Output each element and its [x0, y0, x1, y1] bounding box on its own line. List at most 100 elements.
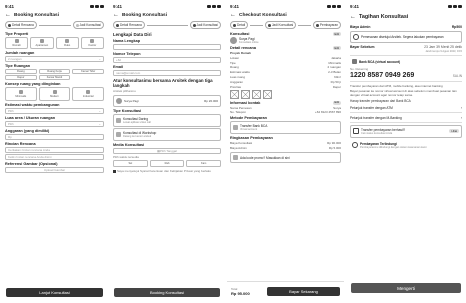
guide-atm[interactable]: Petunjuk transfer dengan ATM › [350, 104, 462, 113]
continue-button[interactable]: Lanjut Konsultasi [6, 288, 103, 297]
label-rooms: Jumlah ruangan [5, 51, 35, 55]
promo-row[interactable]: Ada kode promo? Masukkan di sini [230, 152, 341, 164]
status-bar: 9:41 [347, 2, 465, 10]
page-title: Tagihan Konsultasi [359, 14, 409, 20]
email-field[interactable]: nama@email.com [113, 70, 221, 76]
back-arrow-icon[interactable]: ← [350, 14, 356, 20]
notes-input-2[interactable]: Ketik rincian rencana Anda disini [5, 154, 104, 160]
edit-button[interactable]: Edit [332, 32, 341, 36]
header: ← Checkout Konsultasi [227, 10, 344, 20]
detail-list: Lokasi Jakarta Tipe Minimalis Ruang 2 ruang… [230, 55, 341, 89]
label-consult-type: Tipe Konsultasi [113, 109, 142, 113]
step-3: Pembayaran [312, 21, 341, 29]
date-picker[interactable]: ▦ Pilih Tanggal [113, 148, 221, 154]
label-style: Tipe Ruangan [5, 64, 31, 68]
room-chips-row-1: Ruang Ruang Kerja Kamar Tidur [5, 69, 105, 74]
rooms-select[interactable]: 2 ruangan ⌄ [5, 56, 104, 62]
understand-button[interactable]: Mengerti [351, 283, 461, 293]
phone-field[interactable]: +62 [113, 57, 221, 63]
architect-row: Surya Pagi Konsultasi online [230, 37, 341, 44]
bank-icon [352, 59, 357, 65]
upload-image-button[interactable]: Upload Gambar [5, 167, 104, 173]
chip-kamar-mandi[interactable]: Kamar Mandi [38, 75, 71, 80]
time-slot-3[interactable]: Kam [186, 160, 222, 167]
info-icon [353, 33, 359, 40]
ticket-icon [233, 155, 238, 161]
stepper: Detail Rencana Jadi Konsultasi [110, 20, 224, 30]
agree-row[interactable]: Saya menyetujui Syarat Ketentuan dan Keb… [113, 169, 221, 173]
video-icon [116, 118, 121, 123]
workshop-icon [116, 132, 121, 137]
office-icon [90, 39, 95, 43]
step-2: Jadi Konsultasi [264, 21, 297, 29]
chip-dapur[interactable]: Dapur [5, 75, 37, 80]
concept-industrial[interactable]: Industrial [72, 87, 105, 101]
label-email: Email [113, 65, 124, 69]
option-apartemen[interactable]: Apartemen [30, 37, 54, 49]
concept-modern[interactable]: Modern [38, 87, 71, 101]
property-type-options: Rumah Apartemen Ruko Kantor [5, 37, 104, 49]
option-ruko[interactable]: Ruko [55, 37, 79, 49]
va-number-row: 1220 8587 0949 269 SALIN [350, 72, 462, 79]
status-bar: 9:41 [227, 2, 344, 10]
stepper: Detail Rencana Jadi Konsultasi [2, 20, 107, 30]
back-arrow-icon[interactable]: ← [113, 12, 119, 18]
approval-note: Pemesanan disetujui Arsitek. Segera laku… [350, 30, 462, 43]
image-placeholder-icon [18, 90, 23, 94]
image-placeholder-icon [241, 89, 250, 99]
property-title: Proyek Rumah [230, 51, 252, 55]
bank-row: Bank BCA (virtual account) [350, 57, 462, 66]
bank-icon [233, 125, 238, 131]
deadline-row: Bayar Sebelum 23 Jam 39 Menit 25 detik Jat… [350, 44, 462, 53]
label-name: Nama Lengkap [113, 39, 141, 43]
step-1: Detail Rencana [5, 21, 37, 29]
edit-button[interactable]: Edit [332, 100, 341, 105]
chip-kamar-tidur[interactable]: Kamar Tidur [72, 69, 105, 74]
option-rumah[interactable]: Rumah [5, 37, 29, 49]
checkout-bar: Total Rp 95.000 Bayar Sekarang [227, 281, 344, 301]
view-button[interactable]: Lihat [449, 129, 459, 134]
payment-method-card[interactable]: Transfer Bank BCA Virtual account [230, 121, 341, 135]
back-arrow-icon[interactable]: ← [230, 12, 236, 18]
time-slot-2[interactable]: Rab [149, 160, 185, 167]
chevron-down-icon: ⌄ [98, 109, 101, 113]
budget-input[interactable]: Rp [5, 134, 104, 140]
concept-minimalis[interactable]: Minimalis [5, 87, 37, 101]
option-kantor[interactable]: Kantor [80, 37, 104, 49]
label-time: Pilih waktu tersedia [113, 155, 139, 159]
shield-icon [352, 142, 358, 149]
label-architect: Arsitek pilihanmu [113, 89, 136, 93]
status-time: 9:41 [5, 3, 15, 9]
status-icons [90, 4, 104, 8]
screen-invoice: 9:41 ← Tagihan Konsultasi Biaya Admin Rp50… [347, 2, 465, 301]
name-field[interactable] [113, 44, 221, 50]
section-payment-method: Metode Pembayaran [230, 116, 267, 121]
guide-mbanking[interactable]: Petunjuk transfer dengan M-Banking › [350, 114, 462, 123]
notes-input[interactable]: Ceritakan rincian rencana Anda [5, 147, 104, 153]
screen-booking-contact: 9:41 ← Booking Konsultasi Detail Rencana … [110, 2, 224, 301]
chevron-right-icon: › [460, 115, 462, 120]
back-arrow-icon[interactable]: ← [5, 12, 11, 18]
label-notes: Rincian Rencana [5, 142, 36, 146]
transfer-info: Transfer pembayaran dari ATM, mobile ban… [350, 83, 443, 88]
step-1: Detail [230, 21, 249, 29]
option-online[interactable]: Konsultasi Daring Lewat aplikasi video ca… [113, 114, 221, 127]
question-title: Atur konsultasimu bersama Arsitek dengan… [113, 78, 213, 88]
step-2: Jadi Konsultasi [189, 21, 221, 29]
va-number: 1220 8587 0949 269 [350, 72, 415, 80]
image-placeholder-icon [86, 90, 91, 94]
architect-name: Surya Pagi [124, 99, 139, 103]
image-placeholder-icon [230, 89, 239, 99]
architect-card[interactable]: Surya Pagi Rp 20.000 [113, 95, 221, 107]
header: ← Tagihan Konsultasi [347, 10, 465, 24]
chip-ruang-kerja[interactable]: Ruang Kerja [38, 69, 71, 74]
booking-button[interactable]: Booking Konsultasi [114, 288, 220, 297]
time-slot-1[interactable]: Sel [113, 160, 148, 167]
area-select[interactable]: Pilih ⌄ [5, 121, 104, 127]
edit-button[interactable]: Edit [332, 46, 341, 50]
copy-button[interactable]: SALIN [453, 74, 462, 78]
chip-ruang[interactable]: Ruang [5, 69, 37, 74]
option-workshop[interactable]: Konsultasi di Workshop Datang ke kantor a… [113, 128, 221, 141]
pay-button[interactable]: Bayar Sekarang [267, 287, 340, 296]
time-select[interactable]: Pilih ⌄ [5, 108, 104, 114]
